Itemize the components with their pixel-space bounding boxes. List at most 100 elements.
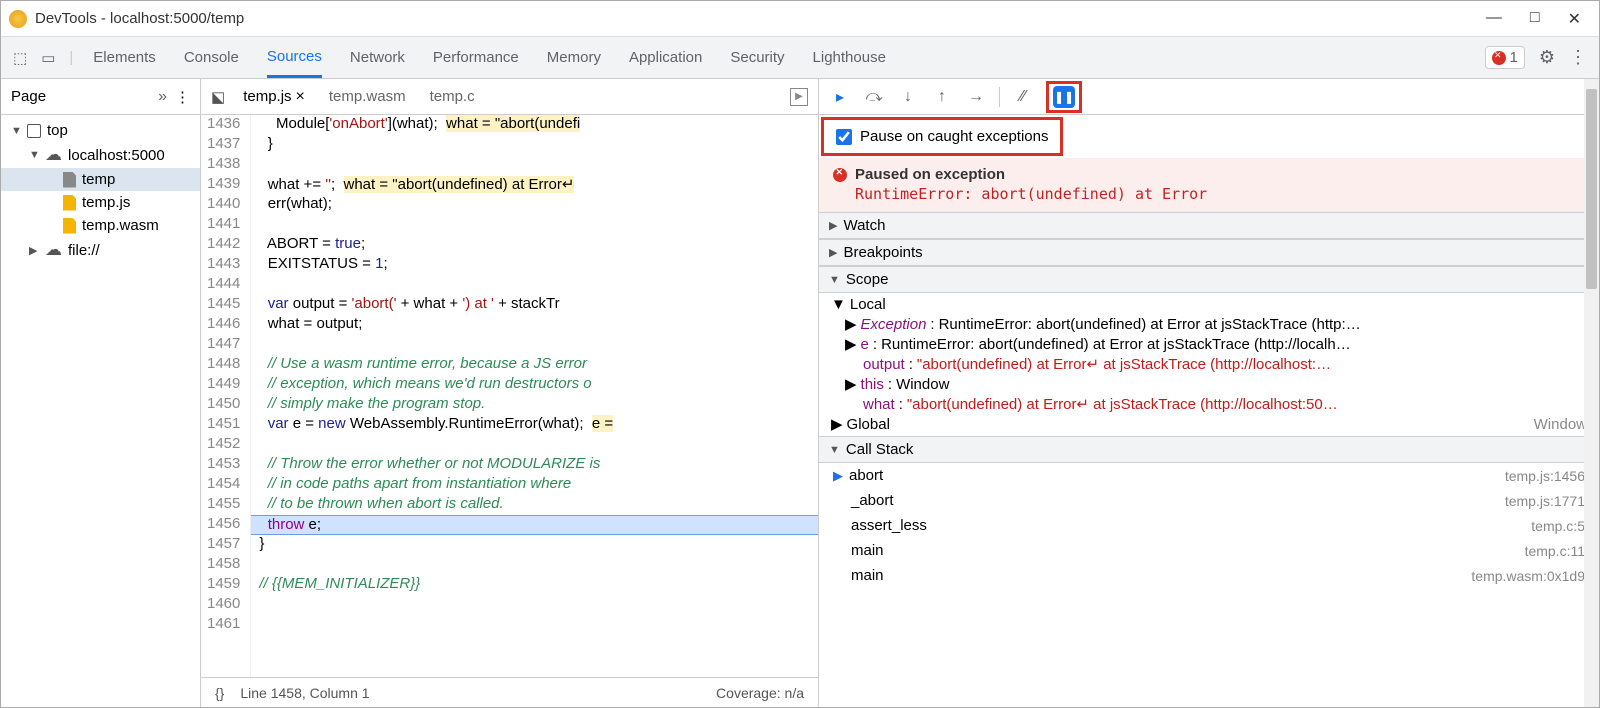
devtools-tabs: Elements Console Sources Network Performance… bbox=[93, 37, 886, 78]
kebab-menu-icon[interactable]: ⋮ bbox=[175, 88, 190, 106]
editor-tabs: ⬕ temp.js × temp.wasm temp.c ▶ bbox=[201, 79, 818, 115]
settings-gear-icon[interactable]: ⚙ bbox=[1539, 47, 1555, 68]
callstack-section-header[interactable]: ▼Call Stack bbox=[819, 436, 1599, 463]
scope-global-header[interactable]: ▶GlobalWindow bbox=[819, 414, 1599, 434]
file-tree-label: localhost:5000 bbox=[68, 147, 165, 164]
step-out-icon[interactable]: ↑ bbox=[931, 88, 953, 106]
cursor-position: Line 1458, Column 1 bbox=[240, 685, 369, 701]
code-editor[interactable]: 1436143714381439144014411442144314441445… bbox=[201, 115, 818, 677]
callstack-location: temp.js:1771 bbox=[1505, 493, 1585, 509]
file-icon bbox=[63, 172, 76, 188]
file-tree-label: file:// bbox=[68, 242, 100, 259]
file-tree-item[interactable]: ▼localhost:5000 bbox=[1, 142, 200, 168]
tab-console[interactable]: Console bbox=[184, 37, 239, 78]
callstack-location: temp.c:11 bbox=[1525, 543, 1585, 559]
file-tree-item[interactable]: temp.wasm bbox=[1, 214, 200, 237]
callstack-frame[interactable]: ▶aborttemp.js:1456 bbox=[819, 463, 1599, 488]
scope-variable-row[interactable]: ▶ Exception: RuntimeError: abort(undefin… bbox=[819, 314, 1599, 334]
window-close-button[interactable]: ✕ bbox=[1568, 9, 1581, 29]
callstack-frame[interactable]: main temp.wasm:0x1d9 bbox=[819, 563, 1599, 588]
window-minimize-button[interactable]: — bbox=[1486, 9, 1502, 29]
file-tree-item[interactable]: temp bbox=[1, 168, 200, 191]
file-tree-item[interactable]: ▶file:// bbox=[1, 237, 200, 263]
scope-body: ▼Local ▶ Exception: RuntimeError: abort(… bbox=[819, 293, 1599, 436]
tab-nav-icon[interactable]: ⬕ bbox=[211, 88, 225, 106]
scope-local-header[interactable]: ▼Local bbox=[819, 295, 1599, 314]
breakpoints-section-header[interactable]: ▶Breakpoints bbox=[819, 239, 1599, 266]
scrollbar[interactable] bbox=[1584, 79, 1599, 707]
scope-variable-row[interactable]: output: "abort(undefined) at Error↵ at j… bbox=[819, 354, 1599, 374]
callstack-location: temp.wasm:0x1d9 bbox=[1471, 568, 1585, 584]
deactivate-breakpoints-icon[interactable]: ⁄⁄ bbox=[1012, 88, 1034, 106]
cloud-icon bbox=[45, 240, 62, 260]
tab-elements[interactable]: Elements bbox=[93, 37, 156, 78]
file-tree-label: temp bbox=[82, 171, 115, 188]
callstack-frame[interactable]: _abort temp.js:1771 bbox=[819, 488, 1599, 513]
watch-section-header[interactable]: ▶Watch bbox=[819, 212, 1599, 239]
tab-sources[interactable]: Sources bbox=[267, 37, 322, 78]
resume-button[interactable]: ▸ bbox=[829, 87, 851, 107]
pause-on-caught-checkbox-row[interactable]: Pause on caught exceptions bbox=[821, 117, 1063, 156]
debugger-toolbar: ▸ ⤼ ↓ ↑ → ⁄⁄ ❚❚ bbox=[819, 79, 1599, 115]
error-count-badge[interactable]: 1 bbox=[1485, 46, 1525, 69]
file-tree-label: top bbox=[47, 122, 68, 139]
error-count: 1 bbox=[1510, 49, 1518, 66]
scope-variable-row[interactable]: ▶ e: RuntimeError: abort(undefined) at E… bbox=[819, 334, 1599, 354]
editor-panel: ⬕ temp.js × temp.wasm temp.c ▶ 14361437143… bbox=[201, 79, 819, 707]
step-icon[interactable]: → bbox=[965, 88, 987, 106]
error-icon bbox=[1492, 51, 1506, 65]
format-icon[interactable]: {} bbox=[215, 685, 224, 701]
callstack-frame[interactable]: assert_less temp.c:5 bbox=[819, 513, 1599, 538]
file-tree-item[interactable]: ▼top bbox=[1, 119, 200, 142]
file-tree: ▼top▼localhost:5000 temp temp.js temp.wasm ▶… bbox=[1, 115, 200, 707]
error-icon bbox=[833, 168, 847, 182]
step-over-icon[interactable]: ⤼ bbox=[863, 88, 885, 106]
callstack-fn: assert_less bbox=[851, 517, 927, 534]
scope-variable-row[interactable]: what: "abort(undefined) at Error↵ at jsS… bbox=[819, 394, 1599, 414]
exception-message: RuntimeError: abort(undefined) at Error bbox=[833, 185, 1585, 203]
pause-on-exceptions-button[interactable]: ❚❚ bbox=[1053, 86, 1075, 108]
inspect-element-icon[interactable]: ⬚ bbox=[13, 49, 27, 67]
device-toggle-icon[interactable]: ▭ bbox=[41, 49, 55, 67]
devtools-toolbar: ⬚ ▭ | ElementsConsoleSourcesNetworkPerfo… bbox=[1, 37, 1599, 79]
tab-network[interactable]: Network bbox=[350, 37, 405, 78]
file-tree-label: temp.wasm bbox=[82, 217, 159, 234]
chevrons-icon[interactable]: » bbox=[158, 88, 167, 106]
callstack-fn: _abort bbox=[851, 492, 894, 509]
pause-on-caught-checkbox[interactable] bbox=[836, 129, 852, 145]
cloud-icon bbox=[45, 145, 62, 165]
scope-section-header[interactable]: ▼Scope bbox=[819, 266, 1599, 293]
window-title: DevTools - localhost:5000/temp bbox=[35, 10, 1486, 27]
kebab-menu-icon[interactable]: ⋮ bbox=[1569, 47, 1587, 68]
step-into-icon[interactable]: ↓ bbox=[897, 88, 919, 106]
tab-lighthouse[interactable]: Lighthouse bbox=[813, 37, 886, 78]
tab-security[interactable]: Security bbox=[730, 37, 784, 78]
window-maximize-button[interactable]: □ bbox=[1530, 9, 1540, 29]
current-frame-icon: ▶ bbox=[833, 468, 843, 484]
devtools-app-icon bbox=[9, 10, 27, 28]
window-titlebar: DevTools - localhost:5000/temp — □ ✕ bbox=[1, 1, 1599, 37]
file-icon bbox=[63, 218, 76, 234]
exception-title: Paused on exception bbox=[855, 166, 1005, 183]
editor-tab[interactable]: temp.wasm bbox=[329, 88, 406, 106]
editor-statusbar: {} Line 1458, Column 1 Coverage: n/a bbox=[201, 677, 818, 707]
file-tree-label: temp.js bbox=[82, 194, 130, 211]
file-tree-item[interactable]: temp.js bbox=[1, 191, 200, 214]
pause-on-caught-label: Pause on caught exceptions bbox=[860, 128, 1048, 145]
close-icon[interactable]: × bbox=[296, 88, 305, 106]
scope-variable-row[interactable]: ▶ this: Window bbox=[819, 374, 1599, 394]
tab-performance[interactable]: Performance bbox=[433, 37, 519, 78]
callstack-frame[interactable]: maintemp.c:11 bbox=[819, 538, 1599, 563]
debugger-panel: ▸ ⤼ ↓ ↑ → ⁄⁄ ❚❚ Pause on caught exceptio… bbox=[819, 79, 1599, 707]
run-snippet-icon[interactable]: ▶ bbox=[790, 88, 808, 106]
editor-tab[interactable]: temp.js × bbox=[243, 88, 305, 106]
callstack-location: temp.js:1456 bbox=[1505, 468, 1585, 484]
tab-application[interactable]: Application bbox=[629, 37, 702, 78]
sidebar-header[interactable]: Page » ⋮ bbox=[1, 79, 200, 115]
editor-tab[interactable]: temp.c bbox=[430, 88, 475, 106]
tab-memory[interactable]: Memory bbox=[547, 37, 601, 78]
callstack-fn: main bbox=[851, 567, 884, 584]
folder-icon bbox=[27, 124, 41, 138]
coverage-status: Coverage: n/a bbox=[716, 685, 804, 701]
callstack-location: temp.c:5 bbox=[1531, 518, 1585, 534]
